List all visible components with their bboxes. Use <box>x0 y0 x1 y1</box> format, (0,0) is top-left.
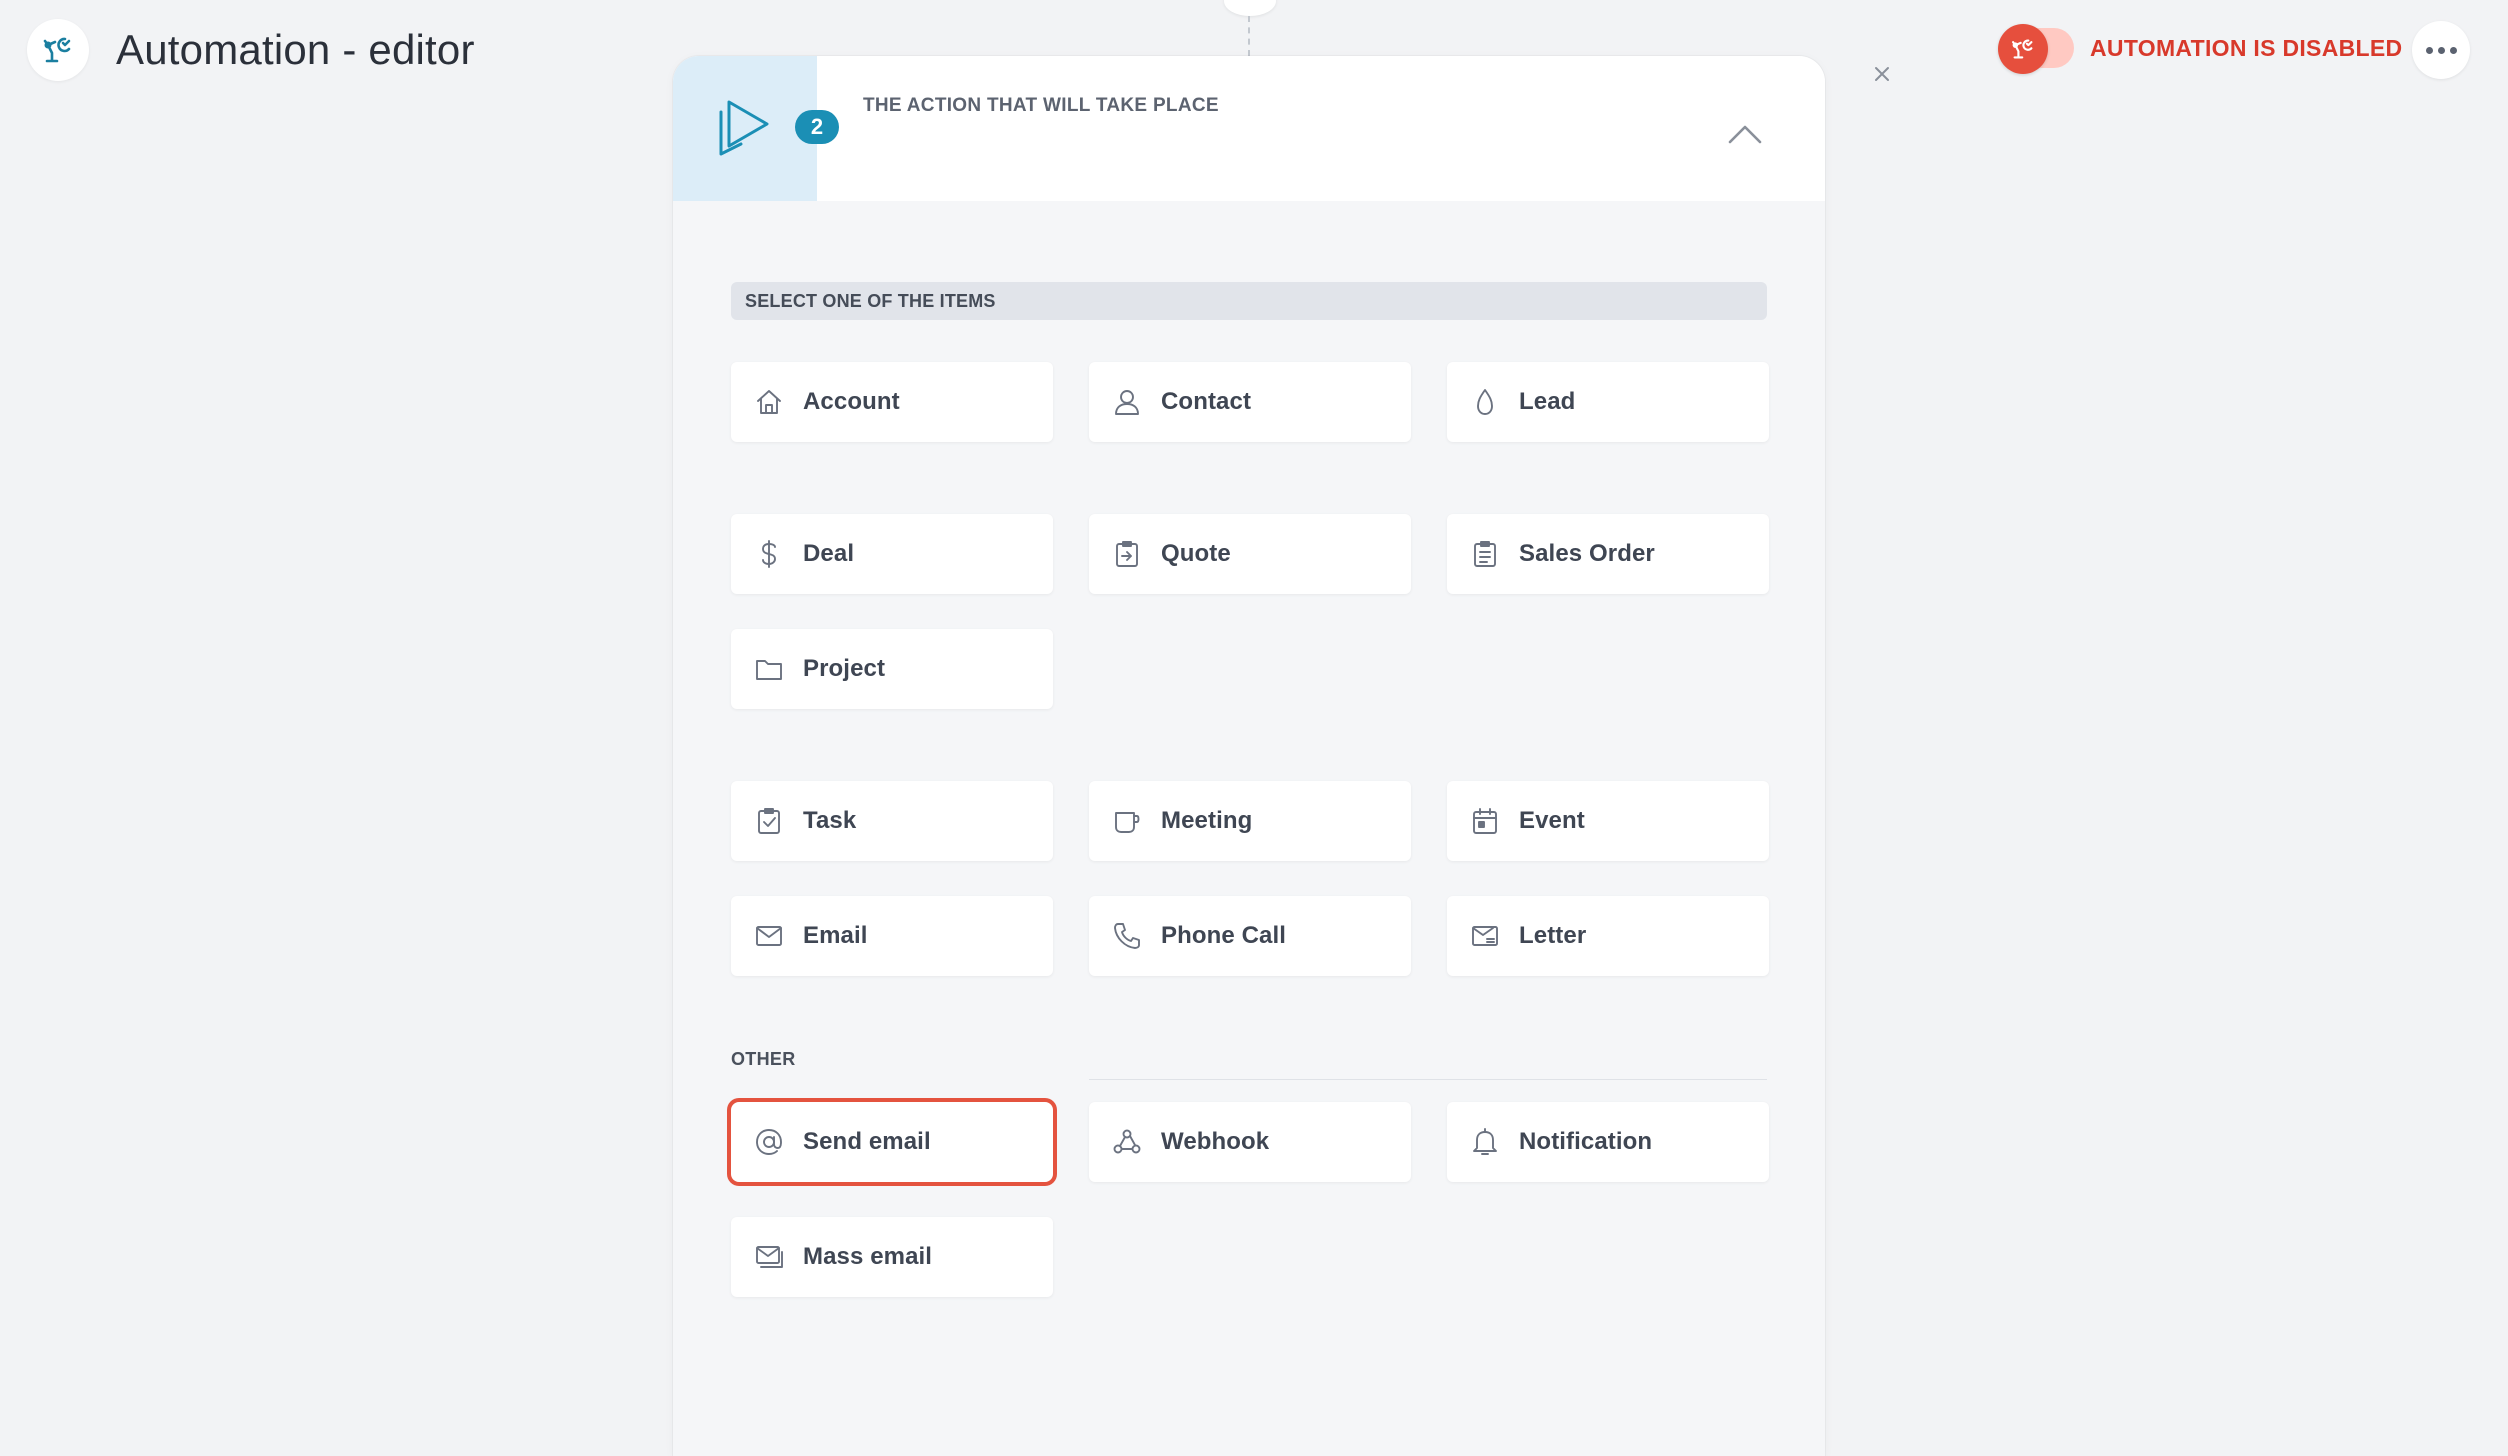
close-icon[interactable] <box>1868 60 1896 88</box>
item-email[interactable]: Email <box>731 896 1053 976</box>
bell-icon <box>1469 1126 1501 1158</box>
item-task[interactable]: Task <box>731 781 1053 861</box>
panel-title: THE ACTION THAT WILL TAKE PLACE <box>863 95 1219 116</box>
flow-connector-node[interactable] <box>1224 0 1276 16</box>
flow-connector-line <box>1248 16 1250 56</box>
item-meeting[interactable]: Meeting <box>1089 781 1411 861</box>
item-event[interactable]: Event <box>1447 781 1769 861</box>
group-label-other: OTHER <box>731 1049 796 1069</box>
chevron-up-icon[interactable] <box>1723 112 1767 156</box>
more-dots-icon <box>2425 46 2457 54</box>
envelope-icon <box>753 920 785 952</box>
item-project[interactable]: Project <box>731 629 1053 709</box>
item-notification[interactable]: Notification <box>1447 1102 1769 1182</box>
action-panel-header[interactable]: 2 THE ACTION THAT WILL TAKE PLACE <box>673 56 1825 201</box>
item-label: Phone Call <box>1161 922 1287 949</box>
item-label: Webhook <box>1161 1128 1270 1155</box>
app-logo-icon[interactable] <box>27 19 89 81</box>
item-label: Contact <box>1161 388 1252 415</box>
item-label: Quote <box>1161 540 1231 567</box>
cup-icon <box>1111 805 1143 837</box>
item-phone-call[interactable]: Phone Call <box>1089 896 1411 976</box>
item-mass-email[interactable]: Mass email <box>731 1217 1053 1297</box>
group-divider <box>1089 1079 1767 1080</box>
calendar-icon <box>1469 805 1501 837</box>
step-number-badge: 2 <box>795 110 839 144</box>
at-icon <box>753 1126 785 1158</box>
item-label: Send email <box>803 1128 931 1155</box>
item-sales-order[interactable]: Sales Order <box>1447 514 1769 594</box>
item-label: Lead <box>1519 388 1576 415</box>
drop-icon <box>1469 386 1501 418</box>
clipboard-arrow-icon <box>1111 538 1143 570</box>
item-label: Letter <box>1519 922 1587 949</box>
automation-status-toggle[interactable]: AUTOMATION IS DISABLED <box>1998 24 2403 74</box>
dollar-icon <box>753 538 785 570</box>
item-label: Event <box>1519 807 1585 834</box>
item-send-email[interactable]: Send email <box>731 1102 1053 1182</box>
mass-mail-icon <box>753 1241 785 1273</box>
section-label: SELECT ONE OF THE ITEMS <box>731 282 1767 320</box>
page-title: Automation - editor <box>116 26 475 73</box>
phone-icon <box>1111 920 1143 952</box>
item-quote[interactable]: Quote <box>1089 514 1411 594</box>
toggle-track[interactable] <box>1998 24 2074 74</box>
item-label: Notification <box>1519 1128 1653 1155</box>
item-contact[interactable]: Contact <box>1089 362 1411 442</box>
webhook-icon <box>1111 1126 1143 1158</box>
robot-arm-icon <box>1998 24 2048 74</box>
item-label: Task <box>803 807 857 834</box>
automation-status-label: AUTOMATION IS DISABLED <box>2090 34 2403 61</box>
letter-icon <box>1469 920 1501 952</box>
item-label: Account <box>803 388 900 415</box>
home-icon <box>753 386 785 418</box>
clipboard-check-icon <box>753 805 785 837</box>
item-account[interactable]: Account <box>731 362 1053 442</box>
more-options-button[interactable] <box>2412 21 2470 79</box>
item-webhook[interactable]: Webhook <box>1089 1102 1411 1182</box>
item-label: Sales Order <box>1519 540 1655 567</box>
action-panel: 2 THE ACTION THAT WILL TAKE PLACE SELECT… <box>673 56 1825 1456</box>
item-label: Meeting <box>1161 807 1253 834</box>
item-letter[interactable]: Letter <box>1447 896 1769 976</box>
item-deal[interactable]: Deal <box>731 514 1053 594</box>
play-icon <box>715 96 773 163</box>
item-label: Email <box>803 922 868 949</box>
item-label: Deal <box>803 540 855 567</box>
folder-icon <box>753 653 785 685</box>
item-label: Project <box>803 655 886 682</box>
item-lead[interactable]: Lead <box>1447 362 1769 442</box>
person-icon <box>1111 386 1143 418</box>
clipboard-list-icon <box>1469 538 1501 570</box>
item-label: Mass email <box>803 1243 933 1270</box>
